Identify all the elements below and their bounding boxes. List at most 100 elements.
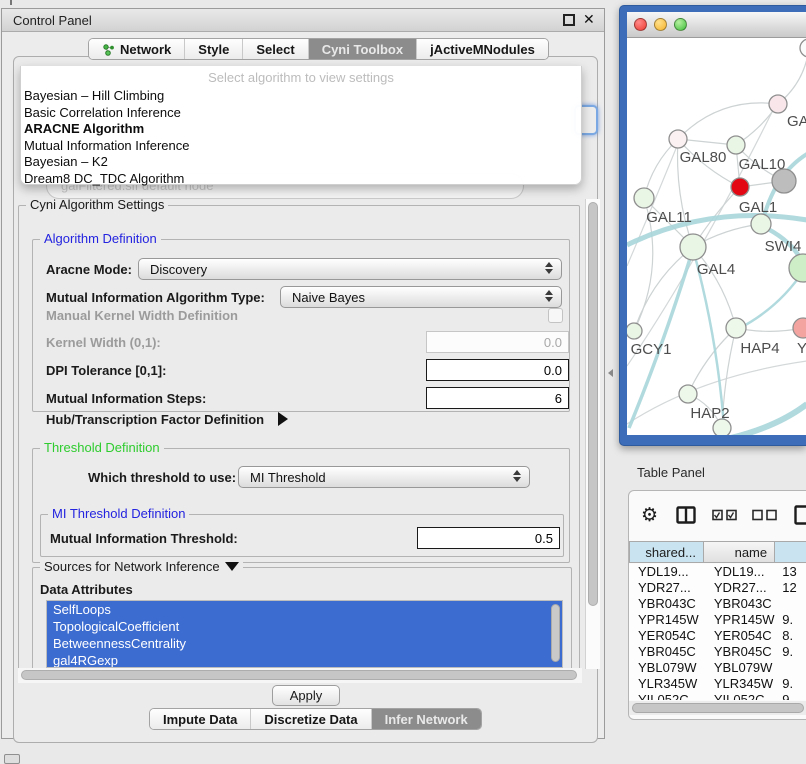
network-node[interactable] [772, 169, 796, 193]
network-node-y[interactable] [793, 318, 806, 338]
column-header[interactable] [775, 541, 806, 563]
table-cell: YIL052C [704, 692, 775, 700]
algorithm-option[interactable]: ARACNE Algorithm [21, 121, 581, 138]
network-edge [693, 247, 736, 328]
dock-corner-chip[interactable] [4, 754, 20, 764]
network-node-gal4[interactable] [680, 234, 706, 260]
network-node-gal80[interactable] [669, 130, 687, 148]
mi-type-select[interactable]: Naive Bayes [280, 286, 562, 308]
table-cell: YBR045C [629, 644, 704, 660]
network-node-gcy1[interactable] [627, 323, 642, 339]
tab-select[interactable]: Select [243, 39, 308, 59]
settings-hscrollbar-track[interactable] [18, 668, 582, 683]
algorithm-option[interactable]: Basic Correlation Inference [21, 105, 581, 122]
table-row[interactable]: YIL052CYIL052C9 [629, 692, 806, 700]
hub-definition-expander[interactable]: Hub/Transcription Factor Definition [46, 412, 264, 427]
split-columns-icon[interactable] [676, 506, 696, 524]
checked-boxes-icon[interactable] [712, 509, 738, 521]
mi-steps-input[interactable] [426, 387, 569, 409]
network-node-hap2[interactable] [679, 385, 697, 403]
network-node-gal10[interactable] [727, 136, 745, 154]
list-scrollbar-thumb[interactable] [551, 604, 560, 662]
table-cell: YPR145W [629, 612, 704, 628]
tab-label: jActiveMNodules [430, 42, 535, 57]
table-cell: 9. [775, 644, 806, 660]
tab-cyni-toolbox[interactable]: Cyni Toolbox [309, 39, 417, 59]
algorithm-option[interactable]: Mutual Information Inference [21, 138, 581, 155]
threshold-definition-title: Threshold Definition [40, 440, 164, 455]
network-node[interactable] [800, 39, 806, 57]
data-attributes-list[interactable]: SelfLoopsTopologicalCoefficientBetweenne… [46, 600, 563, 668]
float-window-icon[interactable] [563, 14, 575, 26]
unchecked-boxes-icon[interactable] [752, 509, 778, 521]
column-header[interactable]: shared... [629, 541, 704, 563]
control-panel-titlebar[interactable]: Control Panel [2, 9, 604, 32]
settings-hscrollbar-thumb[interactable] [21, 670, 577, 680]
network-node[interactable] [713, 419, 731, 435]
attribute-item[interactable]: TopologicalCoefficient [47, 618, 562, 635]
which-threshold-value: MI Threshold [250, 470, 326, 485]
apply-button[interactable]: Apply [272, 685, 340, 706]
column-header[interactable]: name [704, 541, 775, 563]
table-row[interactable]: YER054CYER054C8. [629, 628, 806, 644]
table-row[interactable]: YPR145WYPR145W9. [629, 612, 806, 628]
algorithm-option[interactable]: Dream8 DC_TDC Algorithm [21, 171, 581, 188]
control-panel-window: Control Panel ✕ NetworkStyleSelect Cyni T… [1, 8, 605, 739]
gear-icon[interactable]: ⚙ [641, 504, 658, 527]
table-row[interactable]: YDL19...YDL19...13 [629, 564, 806, 580]
network-edge [678, 103, 778, 139]
mac-close-button[interactable] [634, 18, 647, 31]
table-hscrollbar-track[interactable] [629, 701, 806, 715]
table-row[interactable]: YBR045CYBR045C9. [629, 644, 806, 660]
mi-threshold-label: Mutual Information Threshold: [50, 531, 238, 546]
expander-arrow-icon[interactable] [278, 412, 288, 426]
settings-vscrollbar-track[interactable] [585, 199, 600, 669]
network-node[interactable] [789, 254, 806, 282]
table-cell: YBR045C [704, 644, 775, 660]
close-icon[interactable]: ✕ [583, 11, 595, 28]
which-threshold-select[interactable]: MI Threshold [238, 466, 530, 488]
table-row[interactable]: YLR345WYLR345W9. [629, 676, 806, 692]
collapse-arrow-icon[interactable] [225, 562, 239, 571]
network-node-gal1[interactable] [731, 178, 749, 196]
aracne-mode-select[interactable]: Discovery [138, 258, 562, 280]
mi-threshold-input[interactable] [417, 527, 560, 549]
network-node-gal[interactable] [769, 95, 787, 113]
tab-impute-data[interactable]: Impute Data [150, 709, 251, 729]
algorithm-options: Bayesian – Hill ClimbingBasic Correlatio… [21, 88, 581, 187]
settings-vscrollbar-thumb[interactable] [588, 202, 598, 606]
network-node-gal11[interactable] [634, 188, 654, 208]
algorithm-option[interactable]: Bayesian – K2 [21, 154, 581, 171]
tab-style[interactable]: Style [185, 39, 243, 59]
table-row[interactable]: YBR043CYBR043C [629, 596, 806, 612]
table-row[interactable]: YBL079WYBL079W [629, 660, 806, 676]
network-node-label: GAL11 [646, 209, 692, 226]
network-graph: GALGAL80GAL10GAL1GAL11SWI4GAL4GCY1HAP4YH… [627, 38, 806, 435]
network-node-hap4[interactable] [726, 318, 746, 338]
tab-discretize-data[interactable]: Discretize Data [251, 709, 371, 729]
table-row[interactable]: YDR27...YDR27...12 [629, 580, 806, 596]
table-cell: YDR27... [629, 580, 704, 596]
network-node-swi4[interactable] [751, 214, 771, 234]
panel-divider-handle[interactable] [607, 367, 615, 379]
tab-infer-network[interactable]: Infer Network [372, 709, 481, 729]
attribute-item[interactable]: BetweennessCentrality [47, 635, 562, 652]
table-hscrollbar-thumb[interactable] [632, 703, 804, 713]
document-icon[interactable] [794, 505, 806, 525]
attribute-item[interactable]: gal4RGexp [47, 652, 562, 668]
kernel-width-input[interactable] [426, 331, 569, 353]
mac-zoom-button[interactable] [674, 18, 687, 31]
manual-kernel-checkbox[interactable] [548, 308, 563, 323]
dpi-tolerance-input[interactable] [426, 359, 569, 381]
algorithm-option[interactable]: Bayesian – Hill Climbing [21, 88, 581, 105]
tab-network[interactable]: Network [89, 39, 185, 59]
network-window-titlebar[interactable] [627, 12, 806, 38]
table-panel-title: Table Panel [637, 465, 705, 480]
attribute-item[interactable]: SelfLoops [47, 601, 562, 618]
tab-label: Cyni Toolbox [322, 42, 403, 57]
network-canvas[interactable]: GALGAL80GAL10GAL1GAL11SWI4GAL4GCY1HAP4YH… [627, 38, 806, 435]
mac-minimize-button[interactable] [654, 18, 667, 31]
tab-jactivemnodules[interactable]: jActiveMNodules [417, 39, 548, 59]
which-threshold-label: Which threshold to use: [88, 470, 236, 485]
data-attributes-label: Data Attributes [40, 582, 133, 597]
